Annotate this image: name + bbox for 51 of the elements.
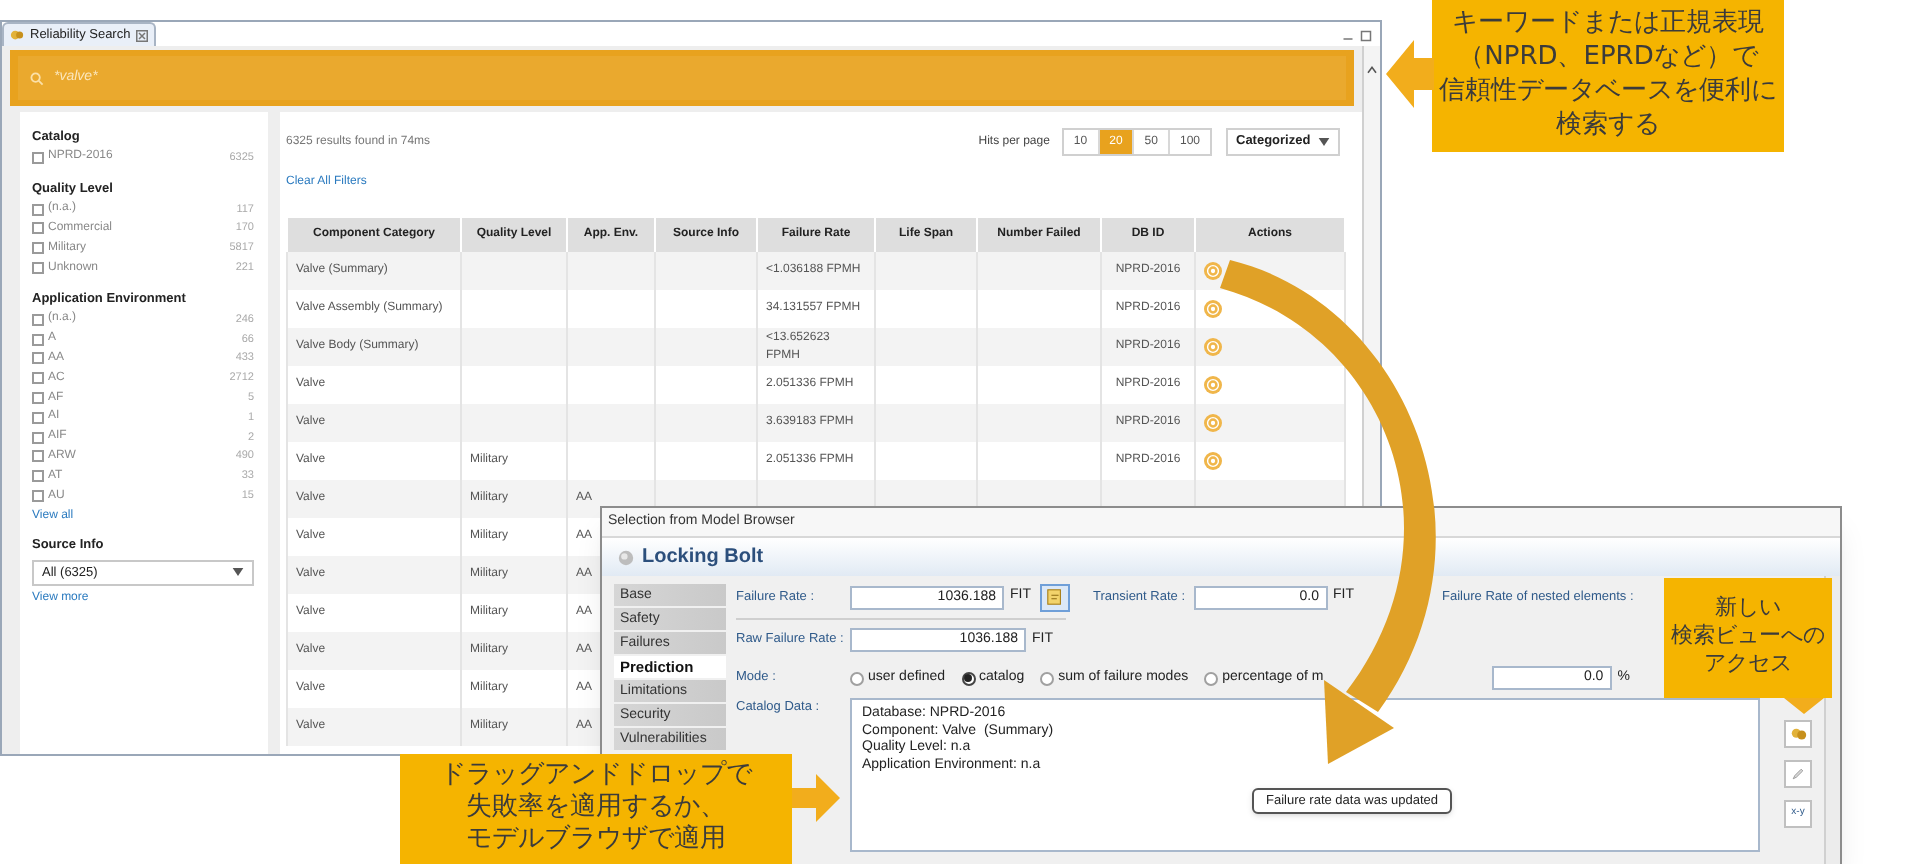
- apply-icon[interactable]: [1204, 452, 1222, 470]
- checkbox[interactable]: [32, 262, 44, 275]
- notepad-icon: [1045, 588, 1063, 606]
- checkbox[interactable]: [32, 470, 44, 483]
- pencil-icon: [1790, 766, 1806, 782]
- checkbox[interactable]: [32, 450, 44, 463]
- checkbox[interactable]: [32, 431, 44, 444]
- checkbox[interactable]: [32, 151, 44, 164]
- radio-button[interactable]: [961, 671, 976, 685]
- apply-icon[interactable]: [1204, 338, 1222, 356]
- callout-line: （NPRD、EPRDなど）で: [1458, 40, 1758, 74]
- checkbox[interactable]: [32, 333, 44, 346]
- checkbox[interactable]: [32, 203, 44, 216]
- checkbox[interactable]: [32, 222, 44, 235]
- callout-arrow: [792, 774, 840, 822]
- apply-icon[interactable]: [1204, 262, 1222, 280]
- close-icon[interactable]: [136, 29, 149, 41]
- search-view-button[interactable]: [1784, 720, 1812, 748]
- search-icon: [30, 71, 44, 85]
- callout-line: モデルブラウザで適用: [466, 824, 726, 856]
- radio-button[interactable]: [1204, 671, 1219, 685]
- callout-line: 信頼性データベースを便利に: [1439, 74, 1777, 108]
- checkbox[interactable]: [32, 352, 44, 365]
- tab-icon: [10, 28, 24, 42]
- callout-line: 検索ビューへの: [1671, 622, 1825, 650]
- scroll-up-icon[interactable]: [1366, 66, 1378, 74]
- callout-line: 検索する: [1556, 108, 1660, 142]
- callout-line: キーワードまたは正規表現: [1452, 6, 1764, 40]
- apply-icon[interactable]: [1204, 414, 1222, 432]
- callout-line: ドラッグアンドドロップで: [440, 760, 752, 792]
- element-icon: [618, 549, 634, 565]
- caret-icon: [232, 568, 244, 577]
- callout-arrow: [1784, 698, 1824, 714]
- caret-icon: [1318, 138, 1330, 146]
- checkbox[interactable]: [32, 242, 44, 255]
- edit-rate-button[interactable]: [1039, 583, 1069, 611]
- apply-icon[interactable]: [1204, 376, 1222, 394]
- radio-button[interactable]: [1040, 671, 1055, 685]
- checkbox[interactable]: [32, 392, 44, 405]
- radio-button[interactable]: [850, 671, 864, 685]
- callout-line: アクセス: [1704, 650, 1792, 678]
- checkbox[interactable]: [32, 490, 44, 503]
- checkbox[interactable]: [32, 313, 44, 326]
- edit-button[interactable]: [1784, 760, 1812, 788]
- apply-icon[interactable]: [1204, 300, 1222, 318]
- callout-line: 失敗率を適用するか、: [466, 792, 726, 824]
- callout-arrow: [1386, 40, 1434, 108]
- checkbox[interactable]: [32, 411, 44, 424]
- maximize-icon[interactable]: [1360, 30, 1372, 42]
- checkbox[interactable]: [32, 372, 44, 385]
- callout-line: 新しい: [1715, 594, 1781, 622]
